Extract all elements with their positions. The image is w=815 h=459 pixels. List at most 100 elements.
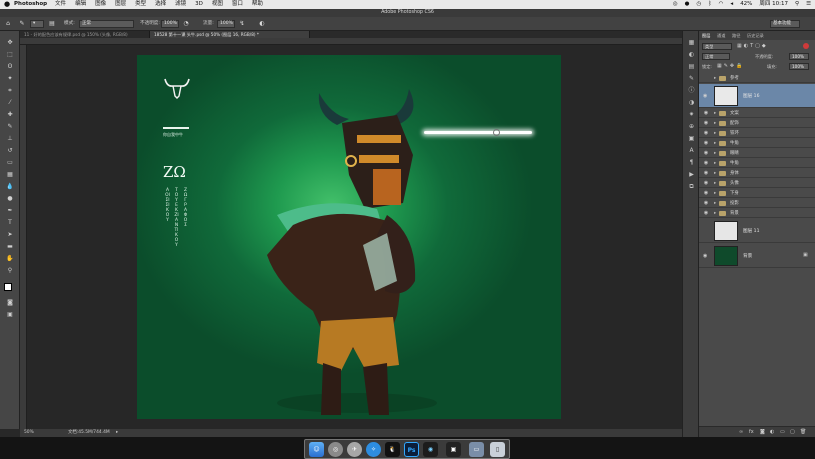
paragraph-panel-icon[interactable]: ¶ [687, 159, 696, 166]
info-panel-icon[interactable]: ⓘ [687, 87, 696, 94]
menu-app-name[interactable]: Photoshop [14, 0, 47, 9]
fill-input[interactable]: 100% [789, 63, 809, 70]
tab-history[interactable]: 历史记录 [747, 33, 764, 39]
expand-arrow-icon[interactable]: ▸ [714, 129, 716, 138]
layer-group-name[interactable]: 下身 [730, 189, 739, 198]
notification-icon[interactable]: ☰ [806, 0, 811, 9]
pen-tool-icon[interactable]: ✒ [5, 207, 15, 215]
layer-row[interactable]: ◉ 图层 16 [699, 84, 815, 108]
layer-group-name[interactable]: 参考 [730, 74, 739, 83]
layer-filter-select[interactable]: 类型 [702, 43, 732, 50]
lock-icons[interactable]: ▦✎✥🔒 [717, 63, 744, 69]
mask-icon[interactable]: ◙ [760, 429, 765, 435]
fx-icon[interactable]: fx [749, 429, 754, 435]
brush-icon[interactable]: ✎ [18, 20, 26, 28]
visibility-eye-icon[interactable]: ◉ [703, 159, 709, 168]
clock[interactable]: 周四 10:17 [759, 0, 788, 9]
cc-icon[interactable]: ◎ [673, 0, 678, 9]
visibility-eye-icon[interactable]: ◉ [703, 149, 709, 158]
layer-group-row[interactable]: ◉ ▸ 头像 [699, 179, 815, 188]
layer-group-row[interactable]: ◉ ▸ 背景 [699, 209, 815, 218]
expand-arrow-icon[interactable]: ▸ [714, 169, 716, 178]
link-icon[interactable]: ∞ [739, 429, 743, 435]
foreground-color-swatch[interactable] [4, 283, 12, 291]
home-icon[interactable]: ⌂ [4, 20, 12, 28]
expand-arrow-icon[interactable]: ▸ [714, 209, 716, 218]
apple-icon[interactable]: ● [0, 0, 14, 9]
battery-percent[interactable]: 42% [740, 0, 752, 9]
menu-type[interactable]: 类型 [135, 0, 146, 9]
expand-arrow-icon[interactable]: ▸ [714, 159, 716, 168]
brush-tool-icon[interactable]: ✎ [5, 123, 15, 131]
blend-mode-select[interactable]: 正常 [702, 53, 730, 60]
safari-icon[interactable]: ✧ [366, 442, 381, 457]
zoom-level[interactable]: 50% [24, 429, 34, 437]
quick-select-tool-icon[interactable]: ✦ [5, 75, 15, 83]
menu-view[interactable]: 视图 [212, 0, 223, 9]
layer-name[interactable]: 背景 [743, 253, 752, 259]
zoom-tool-icon[interactable]: ⚲ [5, 267, 15, 275]
layer-group-row[interactable]: ◉ ▸ 铁环 [699, 129, 815, 138]
blur-tool-icon[interactable]: 💧 [5, 183, 15, 191]
expand-arrow-icon[interactable]: ▸ [714, 189, 716, 198]
visibility-eye-icon[interactable]: ◉ [703, 209, 709, 218]
layer-group-name[interactable]: 投影 [730, 199, 739, 208]
clone-source-panel-icon[interactable]: ⊕ [687, 123, 696, 130]
filter-toggle[interactable] [803, 43, 809, 49]
layer-group-name[interactable]: 身体 [730, 169, 739, 178]
layer-group-name[interactable]: 文案 [730, 109, 739, 118]
lasso-tool-icon[interactable]: ʘ [5, 63, 15, 71]
eraser-tool-icon[interactable]: ▭ [5, 159, 15, 167]
layer-row[interactable]: 图层 11 [699, 219, 815, 243]
new-layer-icon[interactable]: ▢ [790, 429, 795, 435]
layer-group-name[interactable]: 牛角 [730, 159, 739, 168]
preview-icon[interactable]: ▭ [469, 442, 484, 457]
tab-document-2[interactable]: 18528 第十一课 头牛.psd @ 50% (图层 16, RGB/8) * [150, 31, 310, 38]
trash-icon[interactable]: 🗑 [800, 429, 806, 435]
shape-tool-icon[interactable]: ▬ [5, 243, 15, 251]
menu-window[interactable]: 窗口 [232, 0, 243, 9]
layer-row[interactable]: ◉ 背景 ▣ [699, 244, 815, 268]
expand-arrow-icon[interactable]: ▸ [714, 179, 716, 188]
layer-group-name[interactable]: 头像 [730, 179, 739, 188]
adjustments-panel-icon[interactable]: ◐ [687, 51, 696, 58]
color-panel-icon[interactable]: ◑ [687, 99, 696, 106]
expand-arrow-icon[interactable]: ▸ [714, 199, 716, 208]
terminal-icon[interactable]: ▣ [446, 442, 461, 457]
menu-filter[interactable]: 滤镜 [175, 0, 186, 9]
qq-icon[interactable]: 🐧 [385, 442, 400, 457]
layer-group-row[interactable]: ◉ ▸ 配饰 [699, 119, 815, 128]
menu-file[interactable]: 文件 [55, 0, 66, 9]
menu-3d[interactable]: 3D [195, 0, 203, 9]
brush-preset-panel-icon[interactable]: ✷ [687, 111, 696, 118]
gradient-tool-icon[interactable]: ▦ [5, 171, 15, 179]
layer-group-row[interactable]: ◉ ▸ 下身 [699, 189, 815, 198]
launchpad-icon[interactable]: ◎ [328, 442, 343, 457]
visibility-eye-icon[interactable]: ◉ [703, 93, 707, 99]
trash-dock-icon[interactable]: ▯ [490, 442, 505, 457]
bluetooth-icon[interactable]: ᛒ [708, 0, 711, 9]
tab-channels[interactable]: 通道 [717, 33, 725, 39]
visibility-eye-icon[interactable]: ◉ [703, 119, 709, 128]
layer-opacity-input[interactable]: 100% [789, 53, 809, 60]
visibility-eye-icon[interactable]: ◉ [703, 189, 709, 198]
visibility-eye-icon[interactable]: ◉ [703, 109, 709, 118]
layer-thumbnail[interactable] [714, 86, 738, 106]
layer-thumbnail[interactable] [714, 221, 738, 241]
tab-document-1[interactable]: 11 - 好的配色应该有规律.psd @ 150% (头像, RGB/8) [20, 31, 150, 38]
brush-panel-icon[interactable]: ▤ [48, 20, 56, 28]
opacity-input[interactable]: 100% [161, 20, 179, 28]
layer-group-row[interactable]: ◉ ▸ 投影 [699, 199, 815, 208]
crop-tool-icon[interactable]: ⌗ [5, 87, 15, 95]
flow-input[interactable]: 100% [217, 20, 235, 28]
stamp-tool-icon[interactable]: ⊥ [5, 135, 15, 143]
layer-comps-panel-icon[interactable]: ⧉ [687, 183, 696, 190]
pressure-opacity-icon[interactable]: ◔ [182, 20, 190, 28]
eyedropper-tool-icon[interactable]: ⁄ [5, 99, 15, 107]
move-tool-icon[interactable]: ✥ [5, 39, 15, 47]
airbrush-icon[interactable]: ↯ [238, 20, 246, 28]
layer-group-row[interactable]: ◉ ▸ 牛角 [699, 139, 815, 148]
visibility-eye-icon[interactable]: ◉ [703, 179, 709, 188]
wifi-icon[interactable]: ◠ [719, 0, 724, 9]
quick-mask-icon[interactable]: ◙ [5, 299, 15, 307]
